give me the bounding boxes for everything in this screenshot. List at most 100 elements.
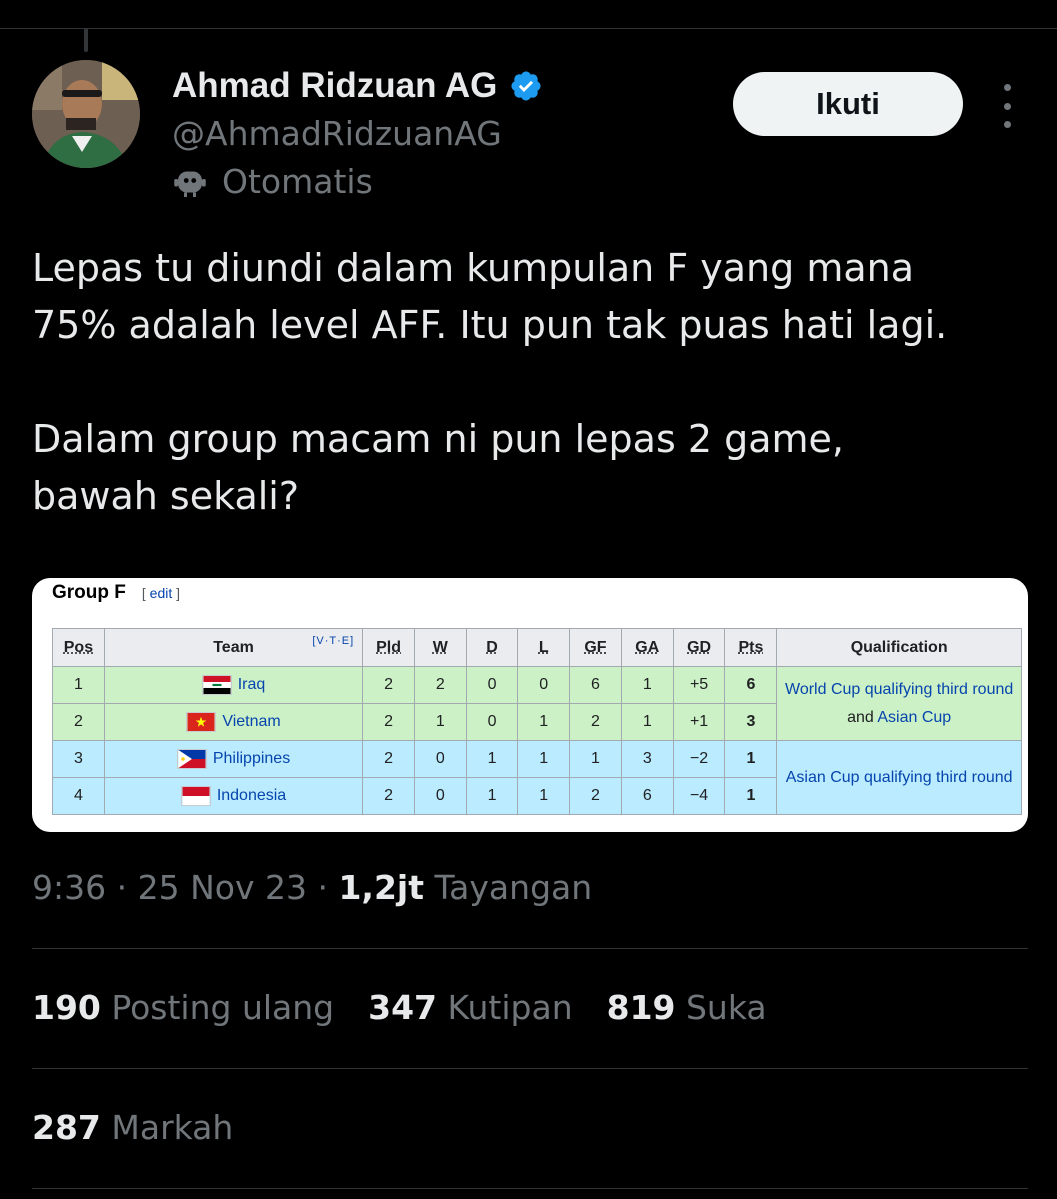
team-name-philippines: Philippines — [212, 750, 291, 768]
table-row: 1 Iraq 2 2 0 0 6 1 +5 6 World Cup qualif… — [52, 666, 1022, 741]
divider — [32, 1188, 1028, 1189]
tweet-date[interactable]: 25 Nov 23 — [138, 868, 307, 907]
tweet-line: 75% adalah level AFF. Itu pun tak puas h… — [32, 303, 948, 347]
cell-gd: −2 — [672, 740, 726, 778]
cell-gf: 2 — [569, 777, 622, 815]
author-name[interactable]: Ahmad Ridzuan AG — [172, 66, 543, 106]
views-count[interactable]: 1,2jt — [338, 868, 424, 907]
col-header-w: W — [413, 628, 467, 667]
table-header-row: Pos Team [V·T·E] Pld W D L GF GA GD Pts … — [52, 628, 1022, 667]
cell-gd: +5 — [672, 666, 726, 704]
quotes-label: Kutipan — [437, 988, 573, 1027]
indonesia-flag-icon — [180, 786, 211, 806]
cell-pld: 2 — [362, 703, 415, 741]
table-row: 3 Philippines 2 0 1 1 1 3 −2 1 Asian Cup… — [52, 740, 1022, 815]
cell-ga: 1 — [620, 703, 674, 741]
reposts-stat[interactable]: 190 Posting ulang — [32, 988, 334, 1027]
col-header-team: Team [V·T·E] — [103, 628, 364, 667]
more-dot-icon — [1003, 84, 1011, 91]
col-header-gd: GD — [672, 628, 726, 667]
col-header-team-label: Team — [213, 638, 254, 656]
tweet-detail-page: Ahmad Ridzuan AG @AhmadRidzuanAG Otomati… — [0, 0, 1057, 1199]
tweet-line: bawah sekali? — [32, 474, 300, 518]
cell-team: Iraq — [103, 666, 364, 704]
likes-count: 819 — [606, 988, 676, 1027]
cell-d: 1 — [465, 740, 519, 778]
cell-w: 1 — [413, 703, 467, 741]
cell-team: Vietnam — [103, 703, 364, 741]
standings-table: Pos Team [V·T·E] Pld W D L GF GA GD Pts … — [52, 628, 1022, 815]
cell-pos: 3 — [52, 740, 105, 778]
col-header-d: D — [465, 628, 519, 667]
vte-links: [V·T·E] — [312, 635, 355, 647]
qualification-link: Asian Cup — [877, 708, 952, 726]
tweet-time[interactable]: 9:36 — [32, 868, 106, 907]
bookmarks-label: Markah — [100, 1108, 234, 1147]
bookmarks-count: 287 — [32, 1108, 101, 1147]
cell-pos: 1 — [52, 666, 105, 704]
cell-pos: 4 — [52, 777, 105, 815]
cell-pts: 6 — [724, 666, 778, 704]
col-header-ga: GA — [620, 628, 674, 667]
follow-button[interactable]: Ikuti — [733, 72, 963, 136]
cell-gf: 2 — [569, 703, 622, 741]
reposts-count: 190 — [32, 988, 101, 1027]
cell-l: 1 — [517, 703, 571, 741]
media-image-standings[interactable]: Group F [ edit ] Pos Team [V·T·E] Pld W … — [32, 578, 1028, 832]
col-header-pos: Pos — [52, 628, 105, 667]
cell-ga: 1 — [620, 666, 674, 704]
col-header-pld: Pld — [362, 628, 415, 667]
author-name-text[interactable]: Ahmad Ridzuan AG — [172, 66, 497, 106]
cell-team: Indonesia — [103, 777, 364, 815]
col-header-gf: GF — [569, 628, 622, 667]
cell-l: 1 — [517, 740, 571, 778]
iraq-flag-icon — [201, 675, 232, 695]
reposts-label: Posting ulang — [100, 988, 335, 1027]
thread-connector-line — [84, 28, 88, 52]
divider — [32, 948, 1028, 949]
quotes-count: 347 — [368, 988, 438, 1027]
author-handle[interactable]: @AhmadRidzuanAG — [172, 114, 502, 153]
col-header-l: L — [517, 628, 571, 667]
cell-pld: 2 — [362, 666, 415, 704]
more-options-button[interactable] — [990, 84, 1024, 128]
group-heading: Group F [ edit ] — [52, 582, 180, 604]
cell-l: 0 — [517, 666, 571, 704]
divider — [32, 1068, 1028, 1069]
qualification-cell-a: World Cup qualifying third round and Asi… — [776, 666, 1022, 741]
automated-label-text: Otomatis — [222, 162, 373, 201]
team-name-vietnam: Vietnam — [222, 713, 281, 731]
cell-ga: 6 — [620, 777, 674, 815]
philippines-flag-icon — [176, 749, 207, 769]
avatar[interactable] — [32, 60, 140, 168]
col-header-pts: Pts — [724, 628, 778, 667]
cell-pos: 2 — [52, 703, 105, 741]
col-header-qualification: Qualification — [776, 628, 1022, 667]
engagement-stats: 190 Posting ulang 347 Kutipan 819 Suka — [32, 988, 767, 1027]
qualification-cell-b: Asian Cup qualifying third round — [776, 740, 1022, 815]
tweet-line: Lepas tu diundi dalam kumpulan F yang ma… — [32, 246, 914, 290]
likes-stat[interactable]: 819 Suka — [607, 988, 767, 1027]
cell-pld: 2 — [362, 740, 415, 778]
bookmarks-stat[interactable]: 287 Markah — [32, 1108, 233, 1147]
robot-icon — [174, 171, 206, 197]
quotes-stat[interactable]: 347 Kutipan — [368, 988, 572, 1027]
cell-l: 1 — [517, 777, 571, 815]
cell-team: Philippines — [103, 740, 364, 778]
cell-d: 0 — [465, 703, 519, 741]
cell-d: 1 — [465, 777, 519, 815]
qualification-and: and — [847, 708, 878, 726]
cell-d: 0 — [465, 666, 519, 704]
views-label[interactable]: Tayangan — [424, 868, 592, 907]
verified-badge-icon[interactable] — [509, 69, 543, 103]
more-dot-icon — [1003, 102, 1011, 110]
qualification-link: World Cup qualifying third round — [785, 680, 1014, 698]
cell-pts: 1 — [724, 777, 778, 815]
cell-gf: 1 — [569, 740, 622, 778]
top-divider — [0, 28, 1057, 29]
cell-w: 0 — [413, 777, 467, 815]
cell-gd: +1 — [672, 703, 726, 741]
group-title: Group F — [52, 582, 126, 603]
cell-gf: 6 — [569, 666, 622, 704]
avatar-photo-icon — [32, 60, 140, 168]
